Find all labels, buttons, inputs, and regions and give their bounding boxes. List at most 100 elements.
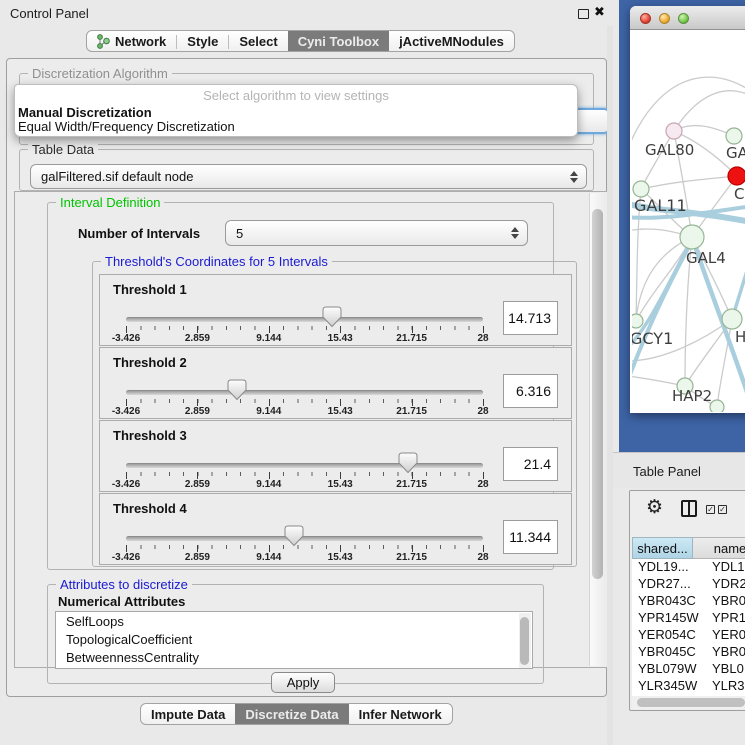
network-node-label: H xyxy=(735,328,745,346)
slider-tick-label: 21.715 xyxy=(396,406,427,417)
threshold-value-field[interactable]: 6.316 xyxy=(503,374,558,408)
table-cell[interactable]: YER054C xyxy=(632,627,705,644)
apply-button[interactable]: Apply xyxy=(271,672,335,693)
table-data-combobox[interactable]: galFiltered.sif default node xyxy=(30,164,587,189)
numerical-attributes-label: Numerical Attributes xyxy=(58,594,185,609)
table-cell[interactable]: YBR043C xyxy=(632,593,705,610)
tab-label: Impute Data xyxy=(151,707,225,722)
table-cell[interactable]: YLR3 xyxy=(705,678,745,695)
thresholds-group: Threshold's Coordinates for 5 Intervals … xyxy=(92,261,577,567)
settings-vertical-scrollbar[interactable] xyxy=(589,193,605,666)
slider-tick-label: 9.144 xyxy=(256,406,281,417)
table-panel-titlebar: Table Panel xyxy=(613,452,745,488)
tab-style[interactable]: Style xyxy=(177,31,228,51)
threshold-value-field[interactable]: 14.713 xyxy=(503,301,558,335)
combo-arrows-icon xyxy=(511,227,519,239)
network-node[interactable] xyxy=(728,167,745,185)
table-panel: ⚙ ✓ ✓ shared...name YDL19...YDL1YDR27...… xyxy=(629,490,745,711)
minimize-traffic-light-icon[interactable] xyxy=(659,13,670,24)
columns-icon[interactable] xyxy=(681,500,697,517)
table-column-header[interactable]: shared... xyxy=(632,537,693,559)
attribute-list-item[interactable]: TopologicalCoefficient xyxy=(56,630,532,648)
table-row[interactable]: YDL19...YDL1 xyxy=(632,559,745,576)
checkbox-icon[interactable]: ✓ xyxy=(718,505,727,514)
slider-track[interactable] xyxy=(126,390,483,395)
tab-infer-network[interactable]: Infer Network xyxy=(349,704,452,724)
scrollbar-thumb[interactable] xyxy=(520,617,529,665)
slider-track[interactable] xyxy=(126,317,483,322)
slider-tick-label: -3.426 xyxy=(112,333,140,344)
table-cell[interactable]: YBR045C xyxy=(632,644,705,661)
tab-impute-data[interactable]: Impute Data xyxy=(141,704,235,724)
table-row[interactable]: YPR145WYPR1 xyxy=(632,610,745,627)
network-node-label: GAL80 xyxy=(645,141,694,159)
network-node[interactable] xyxy=(666,123,682,139)
table-cell[interactable]: YLR345W xyxy=(632,678,705,695)
tab-jactivemnodules[interactable]: jActiveMNodules xyxy=(389,31,514,51)
attribute-list-item[interactable]: BetweennessCentrality xyxy=(56,648,532,666)
threshold-panel: Threshold 2-3.4262.8599.14415.4321.71528… xyxy=(99,347,572,419)
scrollbar-thumb[interactable] xyxy=(592,209,603,579)
table-cell[interactable]: YDL19... xyxy=(632,559,705,576)
top-tab-bar: NetworkStyleSelectCyni ToolboxjActiveMNo… xyxy=(86,30,515,52)
tab-discretize-data[interactable]: Discretize Data xyxy=(235,704,348,724)
network-node-label: GCY1 xyxy=(632,329,673,348)
number-of-intervals-combobox[interactable]: 5 xyxy=(225,220,528,246)
network-node[interactable] xyxy=(633,181,649,197)
table-cell[interactable]: YPR145W xyxy=(632,610,705,627)
slider-major-tick xyxy=(483,472,484,479)
table-cell[interactable]: YPR1 xyxy=(705,610,745,627)
table-column-header[interactable]: name xyxy=(693,537,745,559)
network-node[interactable] xyxy=(710,400,724,412)
slider-thumb[interactable] xyxy=(322,306,342,328)
table-data-group: Table Data galFiltered.sif default node xyxy=(19,149,594,191)
table-row[interactable]: YBR045CYBR0 xyxy=(632,644,745,661)
table-row[interactable]: YBL079WYBL0 xyxy=(632,661,745,678)
threshold-panel: Threshold 4-3.4262.8599.14415.4321.71528… xyxy=(99,493,572,565)
table-cell[interactable]: YBL079W xyxy=(632,661,705,678)
table-row[interactable]: YLR345WYLR3 xyxy=(632,678,745,695)
slider-thumb[interactable] xyxy=(284,525,304,547)
checkbox-icon[interactable]: ✓ xyxy=(706,505,715,514)
network-window-titlebar[interactable] xyxy=(630,6,745,30)
table-cell[interactable]: YDR2 xyxy=(705,576,745,593)
float-window-icon[interactable] xyxy=(578,9,589,19)
attribute-list-item[interactable]: SelfLoops xyxy=(56,612,532,630)
tab-cyni-toolbox[interactable]: Cyni Toolbox xyxy=(288,31,389,51)
attributes-list-scrollbar[interactable] xyxy=(519,613,531,669)
tab-select[interactable]: Select xyxy=(229,31,287,51)
scrollbar-thumb[interactable] xyxy=(637,698,745,707)
table-cell[interactable]: YDR27... xyxy=(632,576,705,593)
gear-icon[interactable]: ⚙ xyxy=(646,496,663,519)
table-cell[interactable]: YBL0 xyxy=(705,661,745,678)
table-cell[interactable]: YBR0 xyxy=(705,593,745,610)
network-node[interactable] xyxy=(632,314,643,328)
slider-track[interactable] xyxy=(126,463,483,468)
close-icon[interactable]: ✖ xyxy=(594,4,605,20)
slider-tick-label: 21.715 xyxy=(396,552,427,563)
table-cell[interactable]: YER0 xyxy=(705,627,745,644)
slider-thumb[interactable] xyxy=(227,379,247,401)
control-panel-titlebar: Control Panel ✖ xyxy=(0,0,613,26)
table-horizontal-scrollbar[interactable] xyxy=(632,696,745,709)
combo-arrows-icon xyxy=(570,171,578,183)
threshold-value-field[interactable]: 11.344 xyxy=(503,520,558,554)
network-node[interactable] xyxy=(726,128,742,144)
table-row[interactable]: YER054CYER0 xyxy=(632,627,745,644)
network-node[interactable] xyxy=(680,225,704,249)
table-row[interactable]: YDR27...YDR2 xyxy=(632,576,745,593)
table-cell[interactable]: YBR0 xyxy=(705,644,745,661)
table-cell[interactable]: YDL1 xyxy=(705,559,745,576)
close-traffic-light-icon[interactable] xyxy=(640,13,651,24)
algorithm-popup-item[interactable]: Equal Width/Frequency Discretization xyxy=(18,119,235,134)
slider-thumb[interactable] xyxy=(398,452,418,474)
network-canvas[interactable]: GAL80GACGAL11GAL4GCY1HHAP2 xyxy=(632,31,745,412)
threshold-value-field[interactable]: 21.4 xyxy=(503,447,558,481)
numerical-attributes-list[interactable]: SelfLoopsTopologicalCoefficientBetweenne… xyxy=(55,611,533,669)
slider-track[interactable] xyxy=(126,536,483,541)
tab-network[interactable]: Network xyxy=(87,31,176,51)
network-node[interactable] xyxy=(722,309,742,329)
algorithm-popup-item[interactable]: Manual Discretization xyxy=(18,105,152,120)
zoom-traffic-light-icon[interactable] xyxy=(678,13,689,24)
table-row[interactable]: YBR043CYBR0 xyxy=(632,593,745,610)
